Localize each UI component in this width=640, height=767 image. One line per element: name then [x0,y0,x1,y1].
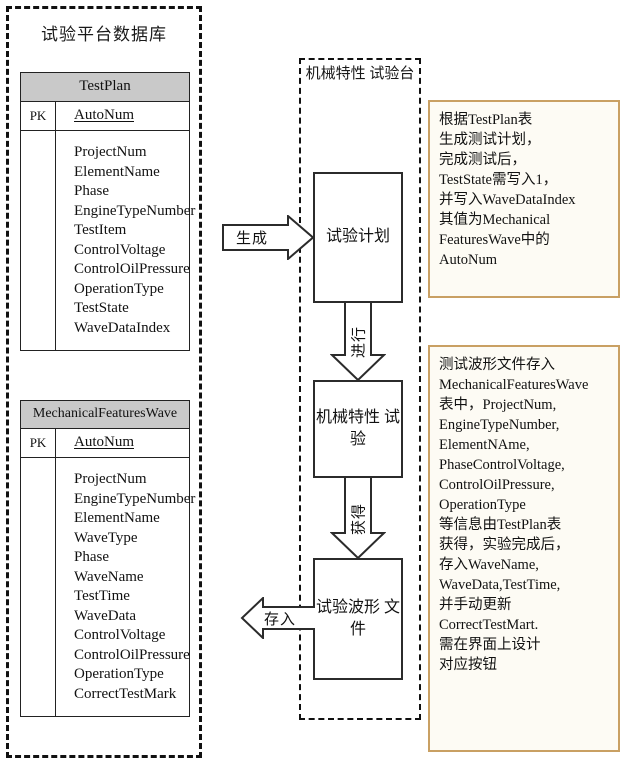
list-item: ProjectNum [74,471,147,487]
list-item: CorrectTestMark [74,685,177,702]
list-item: ElementName [74,510,160,526]
block-arrow-obtain: 获得 [330,478,386,559]
list-item: EngineTypeNumber [74,202,196,219]
list-item: Phase [74,183,109,199]
table-title-testplan: TestPlan [21,73,189,102]
block-arrow-store: 存入 [240,597,316,639]
list-item: WaveType [74,529,138,546]
list-item: ElementName [74,163,160,180]
list-item: TestState [74,300,129,316]
test-bench-panel-title: 机械特性 试验台 [305,66,415,82]
table-pk-row-testplan: PK AutoNum [21,102,189,131]
attribute-gutter [21,458,56,716]
pk-label: PK [21,429,56,457]
table-pk-row-mechanicalfeatureswave: PK AutoNum [21,429,189,458]
attribute-list-testplan: ProjectNum ElementName Phase EngineTypeN… [56,131,195,350]
table-title-mechanicalfeatureswave: MechanicalFeaturesWave [21,401,189,429]
list-item: WaveDataIndex [74,319,171,336]
list-item: Phase [74,549,109,565]
list-item: WaveData [74,607,137,624]
list-item: EngineTypeNumber [74,490,196,507]
entity-table-testplan: TestPlan PK AutoNum ProjectNum ElementNa… [20,72,195,351]
pk-field-name: AutoNum [56,102,189,130]
list-item: ControlOilPressure [74,646,190,663]
list-item: OperationType [74,666,164,682]
arrow-label-store: 存入 [264,611,297,628]
process-box-mechanical-test: 机械特性 试验 [313,380,403,478]
attribute-gutter [21,131,56,350]
list-item: ControlVoltage [74,627,166,643]
arrow-label-obtain: 获得 [351,502,368,535]
table-attributes-testplan: ProjectNum ElementName Phase EngineTypeN… [21,131,195,350]
arrow-label-proceed: 进行 [351,325,368,359]
pk-field-name: AutoNum [56,429,189,457]
arrow-label-generate: 生成 [236,231,269,247]
annotation-note-wave-file: 测试波形文件存入 MechanicalFeaturesWave 表中，Proje… [428,345,620,752]
list-item: TestTime [74,588,130,604]
process-box-test-plan: 试验计划 [313,172,403,303]
list-item: ProjectNum [74,144,147,160]
list-item: OperationType [74,280,164,297]
pk-field-underline: AutoNum [74,107,134,123]
pk-label: PK [21,102,56,130]
process-box-wave-file: 试验波形 文件 [313,558,403,680]
attribute-list-mechanicalfeatureswave: ProjectNum EngineTypeNumber ElementName … [56,458,195,716]
entity-table-mechanicalfeatureswave: MechanicalFeaturesWave PK AutoNum Projec… [20,400,195,717]
block-arrow-proceed: 进行 [330,303,386,381]
list-item: ControlVoltage [74,241,166,258]
list-item: ControlOilPressure [74,261,190,277]
pk-field-underline: AutoNum [74,434,134,450]
list-item: TestItem [74,222,127,238]
database-panel-title: 试验平台数据库 [41,25,167,44]
diagram-canvas: 试验平台数据库 TestPlan PK AutoNum ProjectNum E… [0,0,640,767]
block-arrow-generate: 生成 [222,215,314,260]
table-attributes-mechanicalfeatureswave: ProjectNum EngineTypeNumber ElementName … [21,458,195,716]
list-item: WaveName [74,568,144,585]
annotation-note-test-plan: 根据TestPlan表 生成测试计划， 完成测试后， TestState需写入1… [428,100,620,298]
